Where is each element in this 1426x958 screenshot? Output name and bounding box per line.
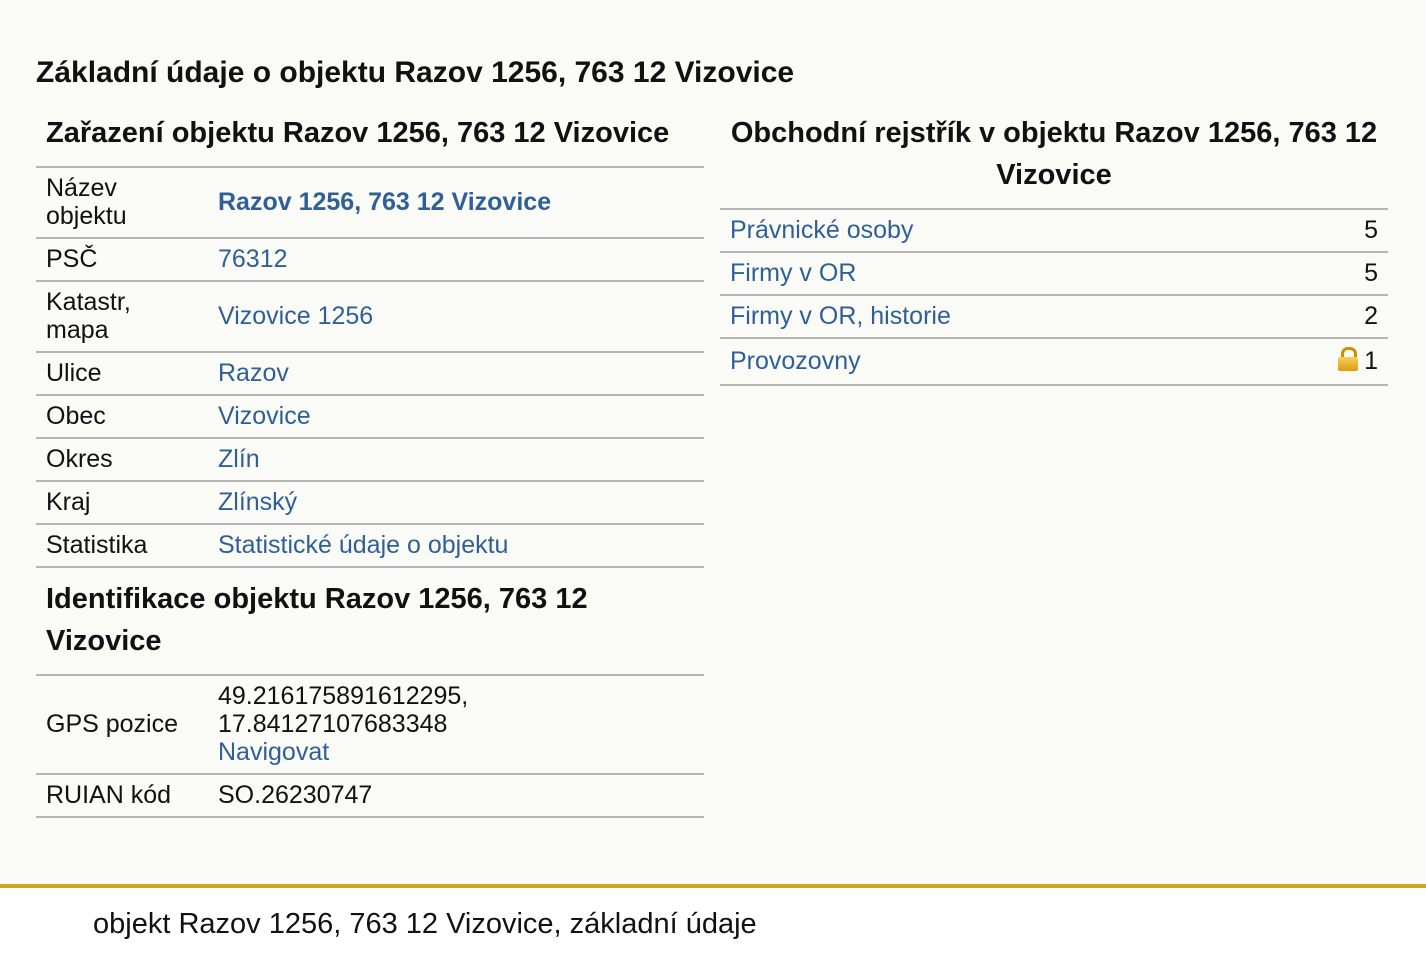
- commercial-register-table: Právnické osoby 5 Firmy v OR 5 Firmy v O…: [720, 210, 1388, 386]
- table-row: Firmy v OR 5: [720, 252, 1388, 296]
- municipality-key: Obec: [36, 395, 208, 439]
- footer-text: objekt Razov 1256, 763 12 Vizovice, zákl…: [93, 908, 757, 940]
- postal-code-link[interactable]: 76312: [218, 245, 288, 273]
- street-key: Ulice: [36, 352, 208, 396]
- street-link[interactable]: Razov: [218, 359, 289, 387]
- object-name-link[interactable]: Razov 1256, 763 12 Vizovice: [218, 188, 551, 216]
- commercial-register-title: Obchodní rejstřík v objektu Razov 1256, …: [720, 108, 1388, 210]
- navigate-link[interactable]: Navigovat: [218, 738, 329, 766]
- companies-link[interactable]: Firmy v OR: [730, 259, 856, 287]
- lock-icon[interactable]: [1338, 347, 1359, 371]
- statistics-key: Statistika: [36, 524, 208, 568]
- district-key: Okres: [36, 438, 208, 482]
- table-row: Katastr, mapa Vizovice 1256: [36, 281, 704, 353]
- companies-history-link[interactable]: Firmy v OR, historie: [730, 302, 951, 330]
- cadastre-link[interactable]: Vizovice 1256: [218, 302, 373, 330]
- table-row: Kraj Zlínský: [36, 481, 704, 525]
- table-row: Statistika Statistické údaje o objektu: [36, 524, 704, 568]
- table-row: Okres Zlín: [36, 438, 704, 482]
- object-classification-section: Zařazení objektu Razov 1256, 763 12 Vizo…: [36, 108, 704, 818]
- ruian-key: RUIAN kód: [36, 774, 208, 818]
- page-title: Základní údaje o objektu Razov 1256, 763…: [36, 56, 795, 89]
- companies-history-count: 2: [1288, 295, 1388, 339]
- statistics-link[interactable]: Statistické údaje o objektu: [218, 531, 508, 559]
- postal-code-key: PSČ: [36, 238, 208, 282]
- object-name-key: Název objektu: [36, 168, 208, 239]
- commercial-register-section: Obchodní rejstřík v objektu Razov 1256, …: [720, 108, 1388, 386]
- table-row: GPS pozice 49.216175891612295, 17.841271…: [36, 676, 704, 775]
- establishments-count: 1: [1364, 347, 1378, 375]
- table-row: PSČ 76312: [36, 238, 704, 282]
- legal-entities-link[interactable]: Právnické osoby: [730, 216, 913, 244]
- table-row: Ulice Razov: [36, 352, 704, 396]
- region-link[interactable]: Zlínský: [218, 488, 297, 516]
- region-key: Kraj: [36, 481, 208, 525]
- identification-title: Identifikace objektu Razov 1256, 763 12 …: [36, 568, 704, 676]
- table-row: RUIAN kód SO.26230747: [36, 774, 704, 818]
- table-row: Právnické osoby 5: [720, 210, 1388, 253]
- municipality-link[interactable]: Vizovice: [218, 402, 311, 430]
- classification-title: Zařazení objektu Razov 1256, 763 12 Vizo…: [36, 108, 704, 168]
- gps-key: GPS pozice: [36, 676, 208, 775]
- table-row: Provozovny 1: [720, 338, 1388, 386]
- ruian-value: SO.26230747: [208, 774, 704, 818]
- district-link[interactable]: Zlín: [218, 445, 260, 473]
- gps-latitude: 49.216175891612295,: [218, 682, 469, 710]
- classification-table: Název objektu Razov 1256, 763 12 Vizovic…: [36, 168, 704, 568]
- gps-longitude: 17.84127107683348: [218, 710, 448, 738]
- table-row: Obec Vizovice: [36, 395, 704, 439]
- legal-entities-count: 5: [1288, 210, 1388, 253]
- identification-table: GPS pozice 49.216175891612295, 17.841271…: [36, 676, 704, 818]
- establishments-link[interactable]: Provozovny: [730, 347, 861, 375]
- table-row: Název objektu Razov 1256, 763 12 Vizovic…: [36, 168, 704, 239]
- cadastre-key: Katastr, mapa: [36, 281, 208, 353]
- companies-count: 5: [1288, 252, 1388, 296]
- table-row: Firmy v OR, historie 2: [720, 295, 1388, 339]
